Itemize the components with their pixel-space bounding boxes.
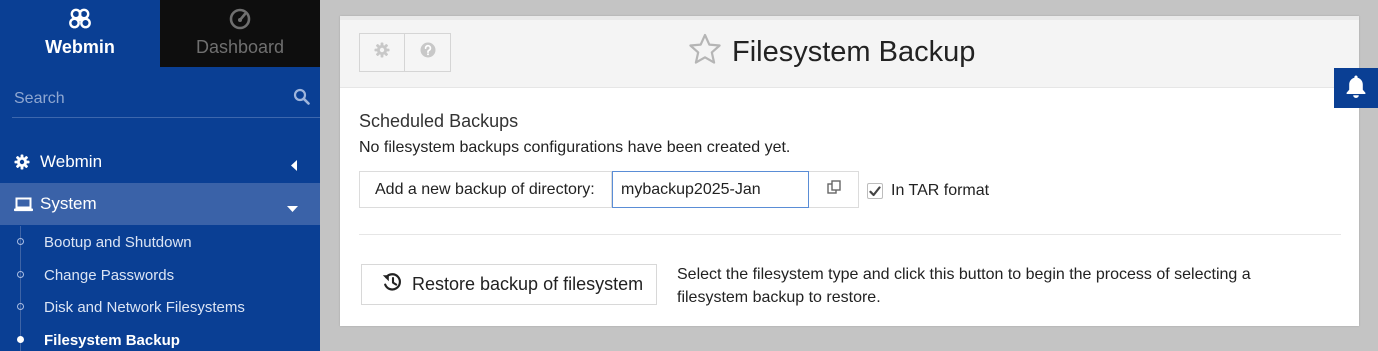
sidebar-tabs: Webmin Dashboard xyxy=(0,0,320,67)
bell-icon xyxy=(1345,74,1367,103)
checkmark-icon xyxy=(869,185,881,196)
tab-dashboard-label: Dashboard xyxy=(195,37,285,57)
divider xyxy=(359,234,1341,235)
bullet-icon xyxy=(17,238,24,245)
add-backup-label: Add a new backup of directory: xyxy=(359,171,612,208)
restore-description: Select the filesystem type and click thi… xyxy=(677,266,1251,306)
section-title: Scheduled Backups xyxy=(359,111,519,131)
sidebar-search[interactable]: Search xyxy=(12,80,320,118)
tab-webmin-label: Webmin xyxy=(45,37,115,57)
sidebar-item-bootup-and-shutdown[interactable]: Bootup and Shutdown xyxy=(0,226,320,258)
gauge-icon xyxy=(229,7,251,31)
page-title-wrap: Filesystem Backup xyxy=(688,33,975,71)
bullet-icon xyxy=(17,336,24,343)
header-buttons xyxy=(359,33,451,72)
bullet-icon xyxy=(17,271,24,278)
history-icon xyxy=(382,272,403,297)
empty-state-message: No filesystem backups configurations hav… xyxy=(359,139,791,156)
help-icon xyxy=(420,42,436,63)
gear-icon xyxy=(374,42,390,63)
laptop-icon xyxy=(14,197,34,212)
tab-dashboard[interactable]: Dashboard xyxy=(160,0,320,67)
webmin-logo-icon xyxy=(68,7,92,31)
star-outline-icon[interactable] xyxy=(688,33,722,71)
sidebar-item-disk-and-network-filesystems[interactable]: Disk and Network Filesystems xyxy=(0,291,320,323)
help-button[interactable] xyxy=(405,33,451,72)
panel-header: Filesystem Backup xyxy=(340,20,1359,88)
sidebar-category-label: Webmin xyxy=(40,152,103,171)
sidebar-item-change-passwords[interactable]: Change Passwords xyxy=(0,259,320,291)
file-chooser-button[interactable] xyxy=(809,171,859,208)
sidebar-category-system[interactable]: System xyxy=(0,183,320,225)
caret-down-icon xyxy=(287,198,298,218)
tar-format-option[interactable]: In TAR format xyxy=(867,182,989,200)
bullet-icon xyxy=(17,303,24,310)
restore-backup-label: Restore backup of filesystem xyxy=(412,274,644,294)
search-input[interactable]: Search xyxy=(14,90,65,108)
sidebar-item-label: Disk and Network Filesystems xyxy=(44,298,245,316)
sidebar-item-label: Change Passwords xyxy=(44,266,175,284)
sidebar-item-label: Filesystem Backup xyxy=(44,331,180,349)
tar-format-label: In TAR format xyxy=(891,182,990,199)
backup-directory-input[interactable] xyxy=(612,171,809,208)
restore-backup-button[interactable]: Restore backup of filesystem xyxy=(361,264,657,305)
tab-webmin[interactable]: Webmin xyxy=(0,0,160,67)
caret-left-icon xyxy=(291,156,298,176)
sidebar-category-label: System xyxy=(40,194,97,213)
module-config-button[interactable] xyxy=(359,33,405,72)
notifications-button[interactable] xyxy=(1334,68,1378,108)
page-title: Filesystem Backup xyxy=(732,35,976,68)
sidebar-item-filesystem-backup[interactable]: Filesystem Backup xyxy=(0,324,320,351)
tar-format-checkbox[interactable] xyxy=(867,183,883,199)
main-panel: Filesystem Backup Scheduled Backups No f… xyxy=(340,16,1359,326)
copy-icon xyxy=(826,180,841,199)
sidebar: Webmin Dashboard Search Webmin System Bo… xyxy=(0,0,320,351)
add-backup-row: Add a new backup of directory: xyxy=(359,171,859,208)
gear-icon xyxy=(14,154,34,170)
sidebar-item-label: Bootup and Shutdown xyxy=(44,233,192,251)
search-icon[interactable] xyxy=(293,88,310,110)
sidebar-category-webmin[interactable]: Webmin xyxy=(0,141,320,183)
